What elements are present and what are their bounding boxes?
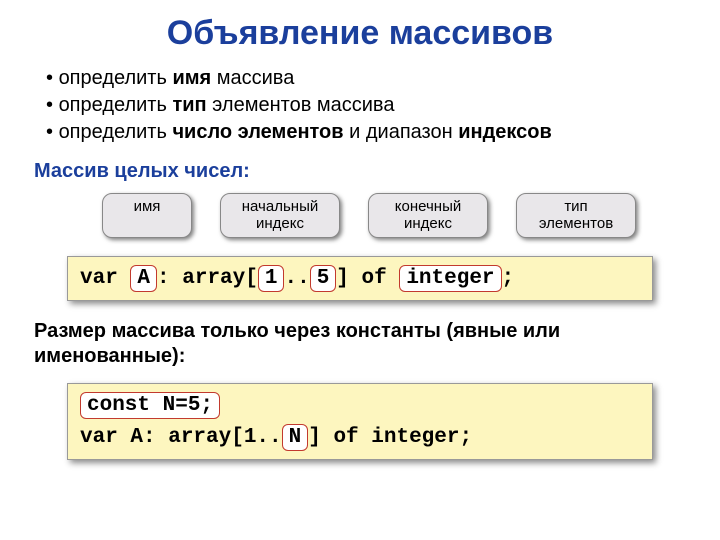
bullet-list: определить имя массива определить тип эл… [46,65,688,146]
label-pills-row: имя начальный индекс конечный индекс тип… [102,193,688,238]
code-box-declaration: var A: array[1..5] of integer; [67,256,653,302]
pill-end-index-text: конечный индекс [383,198,473,233]
pill-element-type-text: тип элементов [531,198,621,233]
chip-element-type: integer [399,265,501,292]
code-text: : array[ [157,267,258,290]
list-item: определить имя массива [46,65,688,92]
text: определить [59,121,173,143]
pill-element-type: тип элементов [516,193,636,238]
chip-const-line: const N=5; [80,392,220,419]
slide: Объявление массивов определить имя масси… [0,0,720,460]
text-bold: тип [172,94,206,116]
text-bold: имя [172,67,211,89]
page-title: Объявление массивов [32,14,688,53]
code-box-const: const N=5; var A: array[1..N] of integer… [67,383,653,460]
chip-index-end: 5 [310,265,337,292]
chip-const-n: N [282,424,309,451]
text: определить [59,94,173,116]
code-text: .. [284,267,309,290]
pill-end-index: конечный индекс [368,193,488,238]
text: определить [59,67,173,89]
subheading-constants-text: Размер массива только через константы (я… [34,319,674,369]
text-bold: число элементов [172,121,343,143]
pill-name: имя [102,193,192,238]
text-bold: индексов [458,121,552,143]
chip-index-start: 1 [258,265,285,292]
text: элементов массива [207,94,395,116]
text: и диапазон [344,121,459,143]
subheading-integers: Массив целых чисел: [34,160,688,183]
subheading-constants: Размер массива только через константы (я… [34,319,688,369]
code-text: var A: array[1.. [80,426,282,449]
list-item: определить число элементов и диапазон ин… [46,119,688,146]
code-text: var [80,267,130,290]
text: массива [211,67,294,89]
code-text: ] of [336,267,399,290]
chip-array-name: A [130,265,157,292]
code-text: ; [502,267,515,290]
pill-start-index: начальный индекс [220,193,340,238]
list-item: определить тип элементов массива [46,92,688,119]
pill-start-index-text: начальный индекс [235,198,325,233]
code-text: ] of integer; [308,426,472,449]
